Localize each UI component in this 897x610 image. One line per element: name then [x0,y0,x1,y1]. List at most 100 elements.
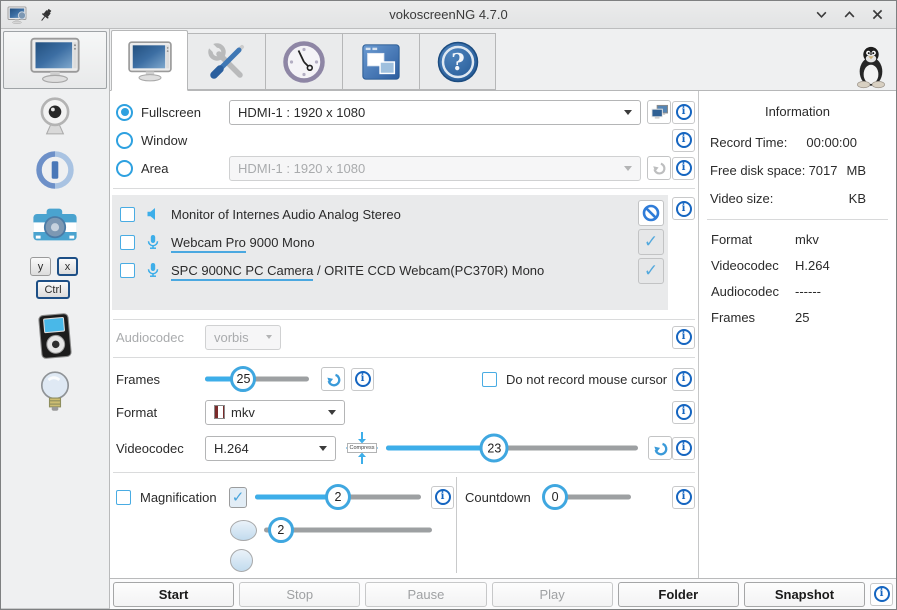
play-button: Play [492,582,613,607]
reset-icon [651,160,667,176]
free-disk-space-row: Free disk space: 7017MB [699,163,896,178]
information-title: Information [699,104,896,119]
svg-text:?: ? [451,49,464,76]
audio-device-label: Webcam Pro 9000 Mono [171,235,315,250]
magnification-zoom-handle[interactable]: 2 [325,484,351,510]
audio-device-list: Monitor of Internes Audio Analog Stereo … [112,195,668,310]
audio-device-row: SPC 900NC PC Camera / ORITE CCD Webcam(P… [112,256,668,284]
info-icon[interactable]: i [672,157,695,180]
halt-icon [33,148,77,192]
info-icon[interactable]: i [672,129,695,152]
fullscreen-screen-select[interactable]: HDMI-1 : 1920 x 1080 [229,100,641,125]
start-button[interactable]: Start [113,582,234,607]
tab-settings[interactable] [188,33,265,90]
info-icon[interactable]: i [870,583,893,606]
titlebar: vokoscreenNG 4.7.0 [1,1,896,29]
magnification-shape-oval-toggle[interactable] [230,520,257,541]
info-icon[interactable]: i [672,401,695,424]
format-label: Format [116,405,199,420]
help-icon: ? [435,40,481,84]
magnification-shape-checked-toggle[interactable] [229,487,247,508]
area-row: Area HDMI-1 : 1920 x 1080 i [116,155,695,181]
sidebar-item-media-player[interactable] [7,309,103,363]
information-panel: Information Record Time: 00:00:00 Free d… [699,91,896,578]
audio-device-label: SPC 900NC PC Camera / ORITE CCD Webcam(P… [171,263,544,278]
countdown-handle[interactable]: 0 [542,484,568,510]
magnification-shape-circle-toggle[interactable] [230,549,253,572]
info-icon[interactable]: i [672,437,695,460]
videocodec-select[interactable]: H.264 [205,436,336,461]
audio-device-checkbox[interactable] [120,207,135,222]
info-icon[interactable]: i [672,368,695,391]
info-icon[interactable]: i [672,326,695,349]
pin-icon[interactable] [38,7,54,23]
sidebar-item-webcam[interactable] [7,89,103,143]
windows-icon [359,41,403,83]
audiocodec-info-row: Audiocodec ------ [699,284,896,299]
close-icon[interactable] [868,6,886,24]
folder-button[interactable]: Folder [618,582,739,607]
device-ok-button[interactable] [638,229,664,255]
snapshot-button[interactable]: Snapshot [744,582,865,607]
magnification-label: Magnification [140,490,229,505]
videocodec-info-row: Videocodec H.264 [699,258,896,273]
frames-slider-handle[interactable]: 25 [230,366,256,392]
countdown-slider[interactable]: 0 [545,481,631,513]
tab-screen[interactable] [111,30,188,91]
area-radio[interactable] [116,160,133,177]
sidebar-item-snapshot[interactable] [7,199,103,253]
audiocodec-label: Audiocodec [116,330,199,345]
magnification-row: Magnification 2 i [116,481,454,513]
fullscreen-radio[interactable] [116,104,133,121]
fullscreen-label: Fullscreen [141,105,217,120]
stop-button: Stop [239,582,360,607]
info-icon[interactable]: i [431,486,454,509]
sidebar-item-screen-recording[interactable] [3,31,107,89]
videocodec-quality-slider[interactable]: 23 [386,432,638,464]
magnification-checkbox[interactable] [116,490,131,505]
info-icon[interactable]: i [351,368,374,391]
device-blocked-button[interactable] [638,200,664,226]
tab-windows[interactable] [342,33,419,90]
videocodec-quality-handle[interactable]: 23 [480,434,509,463]
clock-icon [281,40,327,84]
info-icon[interactable]: i [672,486,695,509]
videocodec-reset-button[interactable] [648,436,672,460]
info-icon[interactable]: i [672,197,695,220]
app-icon [6,5,28,25]
sidebar-item-halt[interactable] [7,143,103,197]
magnification-size-slider[interactable]: 2 [264,514,432,546]
mouse-cursor-checkbox[interactable] [482,372,497,387]
fullscreen-row: Fullscreen HDMI-1 : 1920 x 1080 i [116,99,695,125]
format-info-row: Format mkv [699,232,896,247]
tab-help[interactable]: ? [419,33,496,90]
magnification-zoom-slider[interactable]: 2 [255,481,421,513]
reset-icon [652,440,669,457]
sidebar-item-shortcuts[interactable]: y x Ctrl [7,253,103,307]
refresh-screens-button[interactable] [647,100,671,124]
magnification-size-handle[interactable]: 2 [268,517,294,543]
monitor-icon [127,40,173,82]
frames-slider[interactable]: 25 [205,363,309,395]
minimize-icon[interactable] [812,6,830,24]
audio-device-checkbox[interactable] [120,235,135,250]
tab-timer[interactable] [265,33,342,90]
tux-icon [854,45,888,89]
window-radio[interactable] [116,132,133,149]
audio-device-checkbox[interactable] [120,263,135,278]
media-player-icon [36,313,74,359]
maximize-icon[interactable] [840,6,858,24]
frames-reset-button[interactable] [321,367,345,391]
info-icon[interactable]: i [672,101,695,124]
videocodec-label: Videocodec [116,441,199,456]
device-ok-button[interactable] [638,258,664,284]
window-label: Window [141,133,217,148]
format-select[interactable]: mkv [205,400,345,425]
dual-monitor-icon [650,104,669,121]
sidebar-item-tips[interactable] [7,365,103,419]
audiocodec-select: vorbis [205,325,281,350]
tools-icon [204,40,250,84]
webcam-icon [33,95,77,137]
magnification-row-2: 2 [230,514,450,546]
compress-icon: Compress [346,432,378,464]
